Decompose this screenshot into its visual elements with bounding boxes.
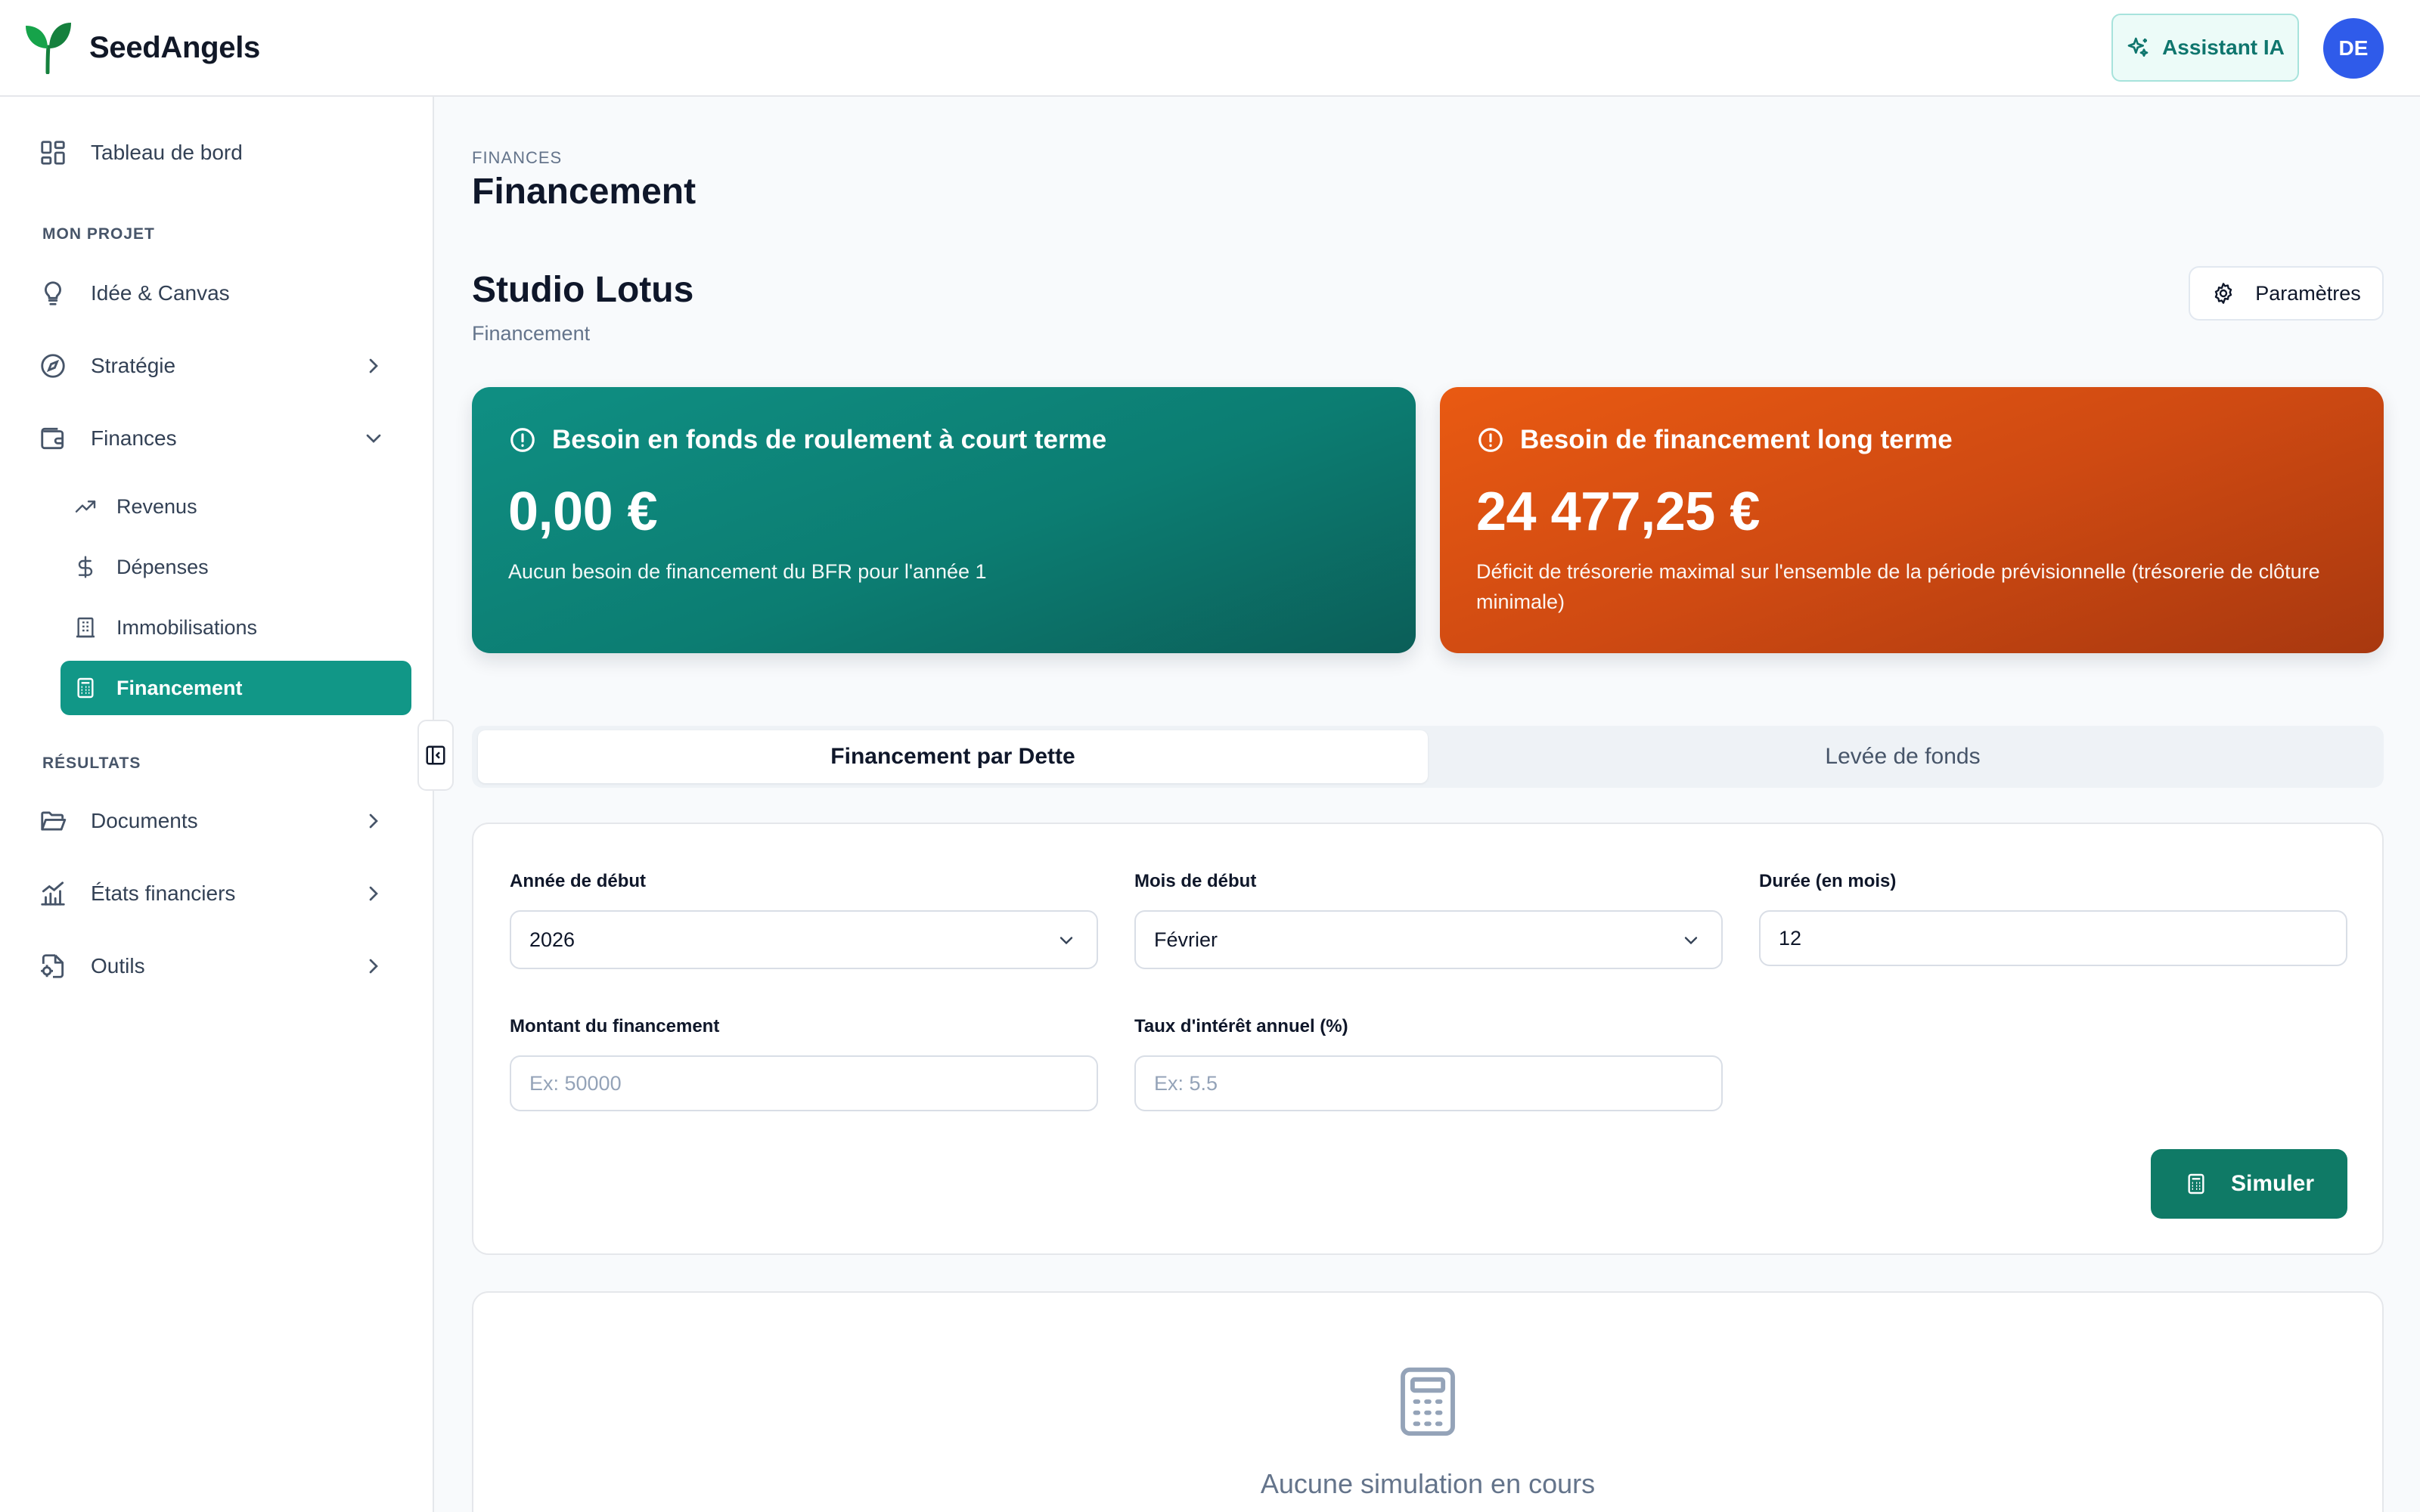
chevron-down-icon — [1060, 937, 1073, 945]
debt-simulation-form: Année de début 2026 Mois de début Févrie… — [472, 823, 2384, 1255]
tab-debt-financing[interactable]: Financement par Dette — [478, 730, 1428, 783]
amount-placeholder: Ex: 50000 — [529, 1071, 622, 1095]
calculator-icon — [2188, 1173, 2204, 1194]
start-year-label: Année de début — [510, 871, 647, 891]
empty-state-message: Aucune simulation en cours — [1260, 1468, 1596, 1499]
kpi-title: Besoin de financement long terme — [1520, 425, 1953, 454]
bar-chart-icon — [38, 878, 68, 909]
duration-value: 12 — [1779, 926, 1802, 950]
duration-input[interactable]: 12 — [1759, 910, 2347, 966]
alert-circle-icon — [1478, 428, 1503, 452]
kpi-header: Besoin en fonds de roulement à court ter… — [508, 425, 1379, 455]
simulation-results-panel: Aucune simulation en cours — [472, 1291, 2384, 1512]
sidebar-item-tools[interactable]: Outils — [38, 943, 386, 989]
assistant-ia-label: Assistant IA — [2162, 36, 2285, 59]
sidebar-item-label: Documents — [91, 809, 198, 832]
start-month-select[interactable]: Février — [1134, 910, 1723, 969]
interest-rate-input[interactable]: Ex: 5.5 — [1134, 1055, 1723, 1111]
sidebar-item-label: Outils — [91, 954, 145, 978]
lightbulb-icon — [38, 278, 68, 308]
sidebar-subitem-depenses[interactable]: Dépenses — [60, 540, 411, 594]
sidebar-item-financial-statements[interactable]: États financiers — [38, 871, 386, 916]
gear-icon — [2215, 283, 2232, 304]
chevron-down-icon — [366, 434, 381, 443]
sparkles-icon — [2127, 37, 2149, 57]
start-year-select[interactable]: 2026 — [510, 910, 1098, 969]
alert-circle-icon — [510, 428, 535, 452]
calculator-icon — [1401, 1367, 1455, 1436]
kpi-short-term-card: Besoin en fonds de roulement à court ter… — [472, 387, 1416, 653]
sidebar: Tableau de bord MON PROJET Idée & Canvas… — [0, 97, 434, 1512]
chevron-down-icon — [1684, 937, 1698, 945]
assistant-ia-button[interactable]: Assistant IA — [2111, 14, 2299, 82]
simulate-button[interactable]: Simuler — [2151, 1149, 2347, 1219]
sidebar-item-idea[interactable]: Idée & Canvas — [38, 271, 386, 316]
chevron-right-icon — [369, 959, 378, 974]
project-name: Studio Lotus — [472, 270, 694, 310]
kpi-header: Besoin de financement long terme — [1476, 425, 2347, 455]
sidebar-item-dashboard[interactable]: Tableau de bord — [38, 130, 386, 175]
start-month-label: Mois de début — [1134, 871, 1257, 891]
building-icon — [73, 615, 98, 640]
sidebar-item-label: Idée & Canvas — [91, 281, 230, 305]
sidebar-subitem-immobilisations[interactable]: Immobilisations — [60, 600, 411, 655]
sidebar-subitem-revenus[interactable]: Revenus — [60, 479, 411, 534]
section-label-project: MON PROJET — [42, 225, 155, 243]
compass-icon — [38, 351, 68, 381]
kpi-description: Aucun besoin de financement du BFR pour … — [508, 560, 987, 583]
sidebar-item-label: Revenus — [116, 494, 197, 518]
start-year-value: 2026 — [529, 928, 576, 951]
user-avatar[interactable]: DE — [2323, 18, 2384, 79]
simulate-label: Simuler — [2230, 1171, 2315, 1196]
sidebar-item-label: Stratégie — [91, 354, 176, 377]
chevron-right-icon — [369, 813, 378, 829]
sidebar-item-label: États financiers — [91, 881, 236, 905]
kpi-description: Déficit de trésorerie maximal sur l'ense… — [1476, 560, 2320, 613]
project-subtitle: Financement — [472, 322, 591, 345]
kpi-long-term-card: Besoin de financement long terme 24 477,… — [1440, 387, 2384, 653]
panel-left-close-icon — [426, 745, 445, 765]
sidebar-item-label: Tableau de bord — [91, 141, 243, 164]
sidebar-item-label: Immobilisations — [116, 615, 258, 639]
dashboard-grid-icon — [38, 138, 68, 168]
trending-up-icon — [73, 494, 98, 519]
breadcrumb: FINANCES — [472, 148, 563, 167]
start-month-value: Février — [1154, 928, 1218, 951]
tab-fundraising[interactable]: Levée de fonds — [1428, 730, 2378, 783]
settings-label: Paramètres — [2255, 281, 2361, 305]
folder-open-icon — [38, 806, 68, 836]
sidebar-item-documents[interactable]: Documents — [38, 798, 386, 844]
top-bar: SeedAngels Assistant IA DE — [0, 0, 2420, 97]
chevron-right-icon — [369, 886, 378, 901]
sidebar-collapse-button[interactable] — [417, 720, 454, 791]
sprout-logo-icon — [26, 23, 71, 74]
kpi-value: 24 477,25 € — [1476, 482, 1760, 542]
sidebar-item-finances[interactable]: Finances — [38, 416, 386, 461]
wallet-icon — [38, 423, 68, 454]
sidebar-item-label: Dépenses — [116, 555, 209, 578]
page-title: Financement — [472, 172, 697, 212]
chevron-right-icon — [369, 358, 378, 373]
kpi-value: 0,00 € — [508, 482, 658, 542]
amount-input[interactable]: Ex: 50000 — [510, 1055, 1098, 1111]
sidebar-item-label: Finances — [91, 426, 177, 450]
interest-rate-label: Taux d'intérêt annuel (%) — [1134, 1016, 1348, 1036]
financing-tabs: Financement par Dette Levée de fonds — [472, 726, 2384, 788]
sidebar-item-label: Financement — [116, 676, 243, 699]
duration-label: Durée (en mois) — [1759, 871, 1897, 891]
sidebar-subitem-financement[interactable]: Financement — [60, 661, 411, 715]
section-label-results: RÉSULTATS — [42, 754, 141, 772]
dollar-icon — [73, 554, 98, 580]
calculator-icon — [73, 675, 98, 701]
kpi-title: Besoin en fonds de roulement à court ter… — [552, 425, 1107, 454]
app-name: SeedAngels — [89, 30, 260, 64]
file-tool-icon — [38, 951, 68, 981]
amount-label: Montant du financement — [510, 1016, 720, 1036]
interest-rate-placeholder: Ex: 5.5 — [1154, 1071, 1218, 1095]
sidebar-item-strategy[interactable]: Stratégie — [38, 343, 386, 389]
settings-button[interactable]: Paramètres — [2189, 266, 2384, 321]
app-logo[interactable]: SeedAngels — [24, 21, 260, 74]
